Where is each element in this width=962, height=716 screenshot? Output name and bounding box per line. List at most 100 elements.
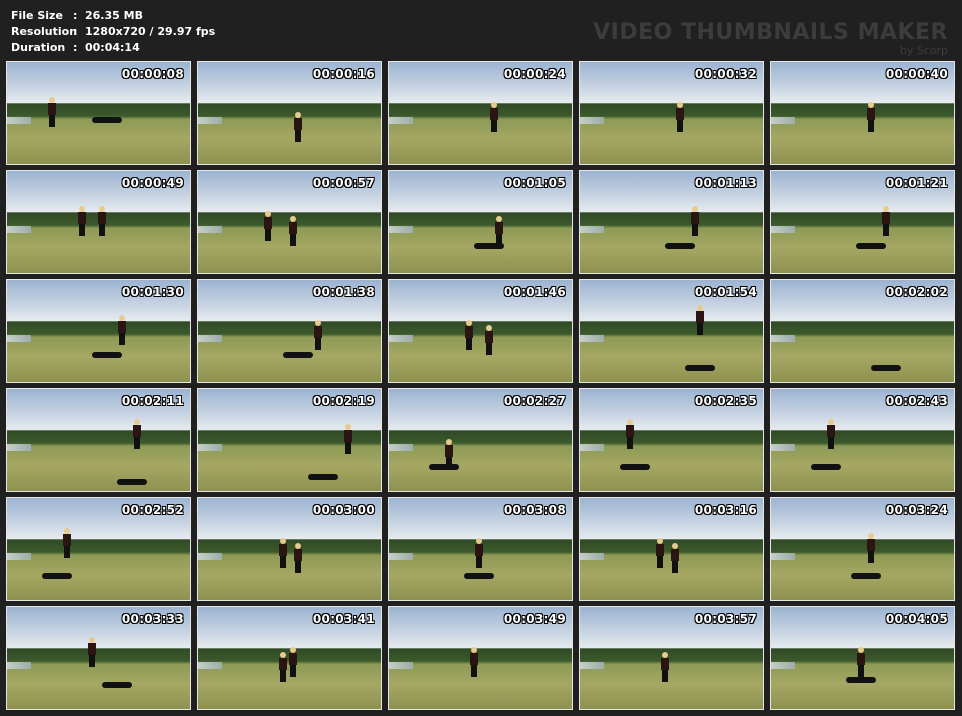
person-figure xyxy=(625,419,635,449)
video-thumbnail: 00:00:32 xyxy=(579,61,764,165)
separator: : xyxy=(73,25,78,38)
figure-legs xyxy=(89,655,95,667)
figure-body xyxy=(294,549,302,561)
timestamp-label: 00:03:57 xyxy=(694,612,757,626)
pond xyxy=(198,553,222,560)
figure-legs xyxy=(657,556,663,568)
figure-legs xyxy=(134,437,140,449)
video-thumbnail: 00:01:05 xyxy=(388,170,573,274)
person-figure xyxy=(660,652,670,682)
pond xyxy=(389,335,413,342)
timestamp-label: 00:01:21 xyxy=(885,176,948,190)
separator: : xyxy=(73,9,78,22)
timestamp-label: 00:03:24 xyxy=(885,503,948,517)
video-thumbnail: 00:00:57 xyxy=(197,170,382,274)
figure-body xyxy=(294,118,302,130)
timestamp-label: 00:01:46 xyxy=(503,285,566,299)
video-thumbnail: 00:01:30 xyxy=(6,279,191,383)
person-figure xyxy=(474,538,484,568)
person-figure xyxy=(343,424,353,454)
figure-body xyxy=(279,544,287,556)
lying-person xyxy=(429,464,459,470)
watermark: VIDEO THUMBNAILS MAKER by Scorp xyxy=(593,20,948,57)
timestamp-label: 00:03:00 xyxy=(312,503,375,517)
figure-body xyxy=(656,544,664,556)
figure-legs xyxy=(627,437,633,449)
lying-person xyxy=(665,243,695,249)
timestamp-label: 00:02:02 xyxy=(885,285,948,299)
pond xyxy=(580,662,604,669)
figure-legs xyxy=(858,665,864,677)
figure-legs xyxy=(662,670,668,682)
pond xyxy=(580,553,604,560)
figure-body xyxy=(98,212,106,224)
figure-body xyxy=(344,430,352,442)
person-figure xyxy=(464,320,474,350)
person-figure xyxy=(866,533,876,563)
person-figure xyxy=(97,206,107,236)
pond xyxy=(198,662,222,669)
pond xyxy=(389,444,413,451)
lying-person xyxy=(283,352,313,358)
figure-legs xyxy=(868,551,874,563)
duration-row: Duration : 00:04:14 xyxy=(11,40,215,56)
figure-body xyxy=(490,108,498,120)
resolution-label: Resolution xyxy=(11,25,78,38)
lying-person xyxy=(620,464,650,470)
separator: : xyxy=(73,41,78,54)
video-thumbnail: 00:00:24 xyxy=(388,61,573,165)
timestamp-label: 00:03:16 xyxy=(694,503,757,517)
timestamp-label: 00:00:16 xyxy=(312,67,375,81)
figure-legs xyxy=(345,442,351,454)
lying-person xyxy=(117,479,147,485)
video-thumbnail: 00:00:16 xyxy=(197,61,382,165)
figure-body xyxy=(485,331,493,343)
timestamp-label: 00:00:49 xyxy=(121,176,184,190)
timestamp-label: 00:02:19 xyxy=(312,394,375,408)
timestamp-label: 00:01:30 xyxy=(121,285,184,299)
figure-legs xyxy=(491,120,497,132)
figure-legs xyxy=(295,130,301,142)
timestamp-label: 00:04:05 xyxy=(885,612,948,626)
person-figure xyxy=(856,647,866,677)
person-figure xyxy=(866,102,876,132)
person-figure xyxy=(293,112,303,142)
figure-body xyxy=(495,222,503,234)
lying-person xyxy=(92,352,122,358)
pond xyxy=(7,444,31,451)
video-thumbnail: 00:02:27 xyxy=(388,388,573,492)
figure-body xyxy=(78,212,86,224)
figure-body xyxy=(475,544,483,556)
person-figure xyxy=(278,538,288,568)
figure-body xyxy=(289,222,297,234)
figure-body xyxy=(465,326,473,338)
timestamp-label: 00:00:24 xyxy=(503,67,566,81)
pond xyxy=(7,662,31,669)
file-size-label: File Size xyxy=(11,9,63,22)
pond xyxy=(198,117,222,124)
figure-legs xyxy=(697,323,703,335)
lying-person xyxy=(856,243,886,249)
figure-body xyxy=(626,425,634,437)
video-thumbnail: 00:02:43 xyxy=(770,388,955,492)
pond xyxy=(7,117,31,124)
lying-person xyxy=(851,573,881,579)
figure-legs xyxy=(79,224,85,236)
resolution-row: Resolution : 1280x720 / 29.97 fps xyxy=(11,24,215,40)
file-size-value: 26.35 MB xyxy=(85,9,143,22)
video-thumbnail: 00:03:24 xyxy=(770,497,955,601)
resolution-value: 1280x720 / 29.97 fps xyxy=(85,25,216,38)
person-figure xyxy=(469,647,479,677)
pond xyxy=(580,335,604,342)
video-thumbnail: 00:01:46 xyxy=(388,279,573,383)
video-thumbnail: 00:01:21 xyxy=(770,170,955,274)
figure-body xyxy=(867,539,875,551)
figure-legs xyxy=(290,665,296,677)
lying-person xyxy=(846,677,876,683)
person-figure xyxy=(690,206,700,236)
timestamp-label: 00:03:41 xyxy=(312,612,375,626)
thumbnail-grid: 00:00:08 00:00:16 00:00:24 00:00:32 00:00:40… xyxy=(6,61,955,710)
person-figure xyxy=(655,538,665,568)
figure-legs xyxy=(476,556,482,568)
video-thumbnail: 00:02:52 xyxy=(6,497,191,601)
